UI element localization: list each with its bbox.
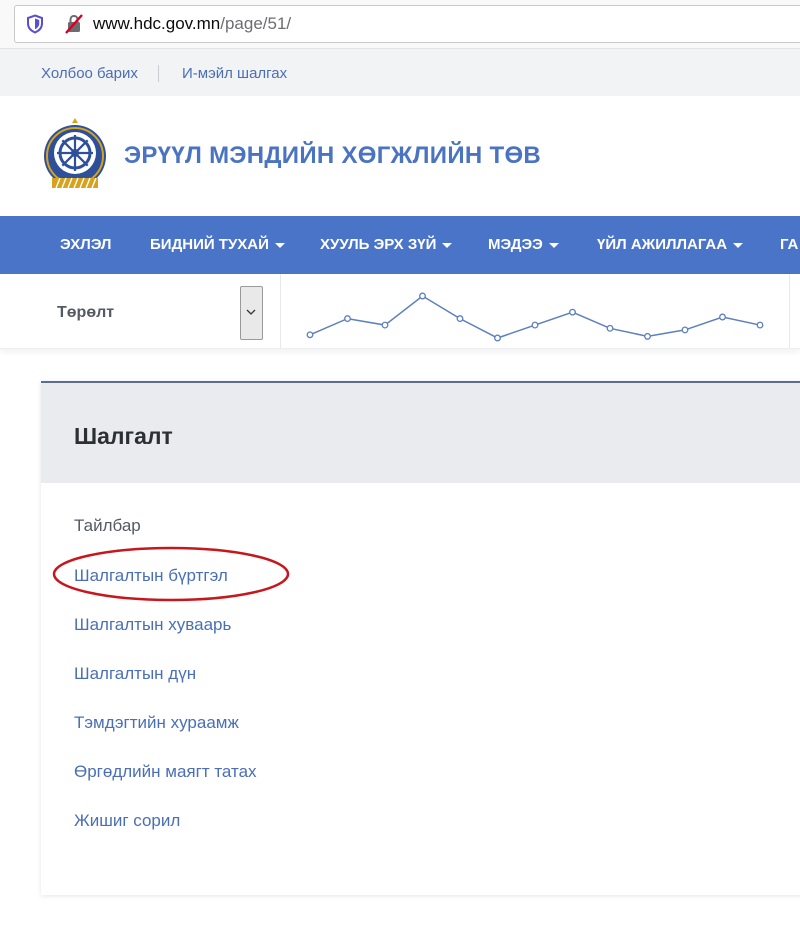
sparkline-chart (306, 292, 764, 342)
sparkline-point (456, 315, 464, 323)
sparkline-point (344, 315, 351, 323)
nav-more[interactable]: ГА (780, 236, 798, 253)
sparkline-point (644, 332, 651, 340)
strip-divider (789, 274, 790, 348)
link-exam-registration[interactable]: Шалгалтын бүртгэл (74, 566, 228, 586)
contact-link[interactable]: Холбоо барих (41, 65, 138, 82)
sparkline-point (756, 321, 764, 329)
strip-divider (280, 274, 281, 348)
browser-toolbar: www.hdc.gov.mn/page/51/ (0, 0, 800, 49)
link-application-form-download[interactable]: Өргөдлийн маягт татах (74, 762, 257, 782)
nav-home[interactable]: ЭХЛЭЛ (60, 236, 111, 253)
main-navigation: ЭХЛЭЛ БИДНИЙ ТУХАЙ ХУУЛЬ ЭРХ ЗҮЙ МЭДЭЭ Ү… (0, 216, 800, 274)
sparkline-point (681, 326, 689, 334)
caret-down-icon (548, 242, 559, 248)
nav-about[interactable]: БИДНИЙ ТУХАЙ (150, 236, 285, 253)
caret-down-icon (274, 242, 285, 248)
sparkline-point (569, 308, 576, 316)
nav-label: БИДНИЙ ТУХАЙ (150, 236, 269, 253)
nav-label: ҮЙЛ АЖИЛЛАГАА (597, 236, 728, 253)
sparkline-path (309, 295, 761, 339)
nav-label: МЭДЭЭ (488, 236, 543, 253)
url-text[interactable]: www.hdc.gov.mn/page/51/ (93, 14, 291, 34)
link-description[interactable]: Тайлбар (74, 516, 141, 536)
nav-legal[interactable]: ХУУЛЬ ЭРХ ЗҮЙ (320, 236, 453, 253)
site-header: ЭРҮҮЛ МЭНДИЙН ХӨГЖЛИЙН ТӨВ (0, 96, 800, 216)
url-path: /page/51/ (220, 14, 292, 33)
email-check-link[interactable]: И-мэйл шалгах (182, 65, 287, 82)
insecure-lock-icon[interactable] (63, 13, 85, 35)
exam-panel: Шалгалт Тайлбар Шалгалтын бүртгэл Шалгал… (41, 381, 800, 895)
link-sample-test[interactable]: Жишиг сорил (74, 811, 180, 831)
link-exam-schedule[interactable]: Шалгалтын хуваарь (74, 615, 231, 635)
top-separator (158, 65, 159, 82)
exam-panel-header: Шалгалт (41, 383, 800, 483)
tracking-shield-icon[interactable] (25, 14, 45, 34)
sparkline-point (719, 313, 726, 321)
site-title[interactable]: ЭРҮҮЛ МЭНДИЙН ХӨГЖЛИЙН ТӨВ (124, 142, 541, 170)
filter-dropdown[interactable] (240, 286, 263, 340)
link-stamp-fee[interactable]: Тэмдэгтийн хураамж (74, 713, 239, 733)
site-logo-emblem[interactable] (40, 116, 110, 196)
nav-activities[interactable]: ҮЙЛ АЖИЛЛАГАА (597, 236, 744, 253)
filter-label: Төрөлт (57, 304, 115, 321)
sparkline-point (531, 321, 539, 329)
sparkline-point (306, 331, 314, 339)
sparkline-point (606, 324, 614, 332)
panel-title: Шалгалт (74, 423, 173, 449)
sparkline-point (494, 334, 501, 342)
sparkline-point (381, 321, 389, 329)
address-bar[interactable]: www.hdc.gov.mn/page/51/ (14, 5, 800, 43)
caret-down-icon (442, 242, 453, 248)
nav-label: ЭХЛЭЛ (60, 236, 112, 253)
sparkline-point (419, 292, 426, 300)
nav-label: ХУУЛЬ ЭРХ ЗҮЙ (320, 236, 437, 253)
nav-label: ГА (780, 236, 799, 253)
top-utility-bar: Холбоо барих И-мэйл шалгах (0, 49, 800, 96)
statistics-strip: Төрөлт (0, 274, 800, 349)
url-host: www.hdc.gov.mn (93, 14, 221, 33)
link-exam-results[interactable]: Шалгалтын дүн (74, 664, 196, 684)
caret-down-icon (733, 242, 744, 248)
chevron-down-icon (246, 309, 256, 315)
nav-news[interactable]: МЭДЭЭ (488, 236, 559, 253)
